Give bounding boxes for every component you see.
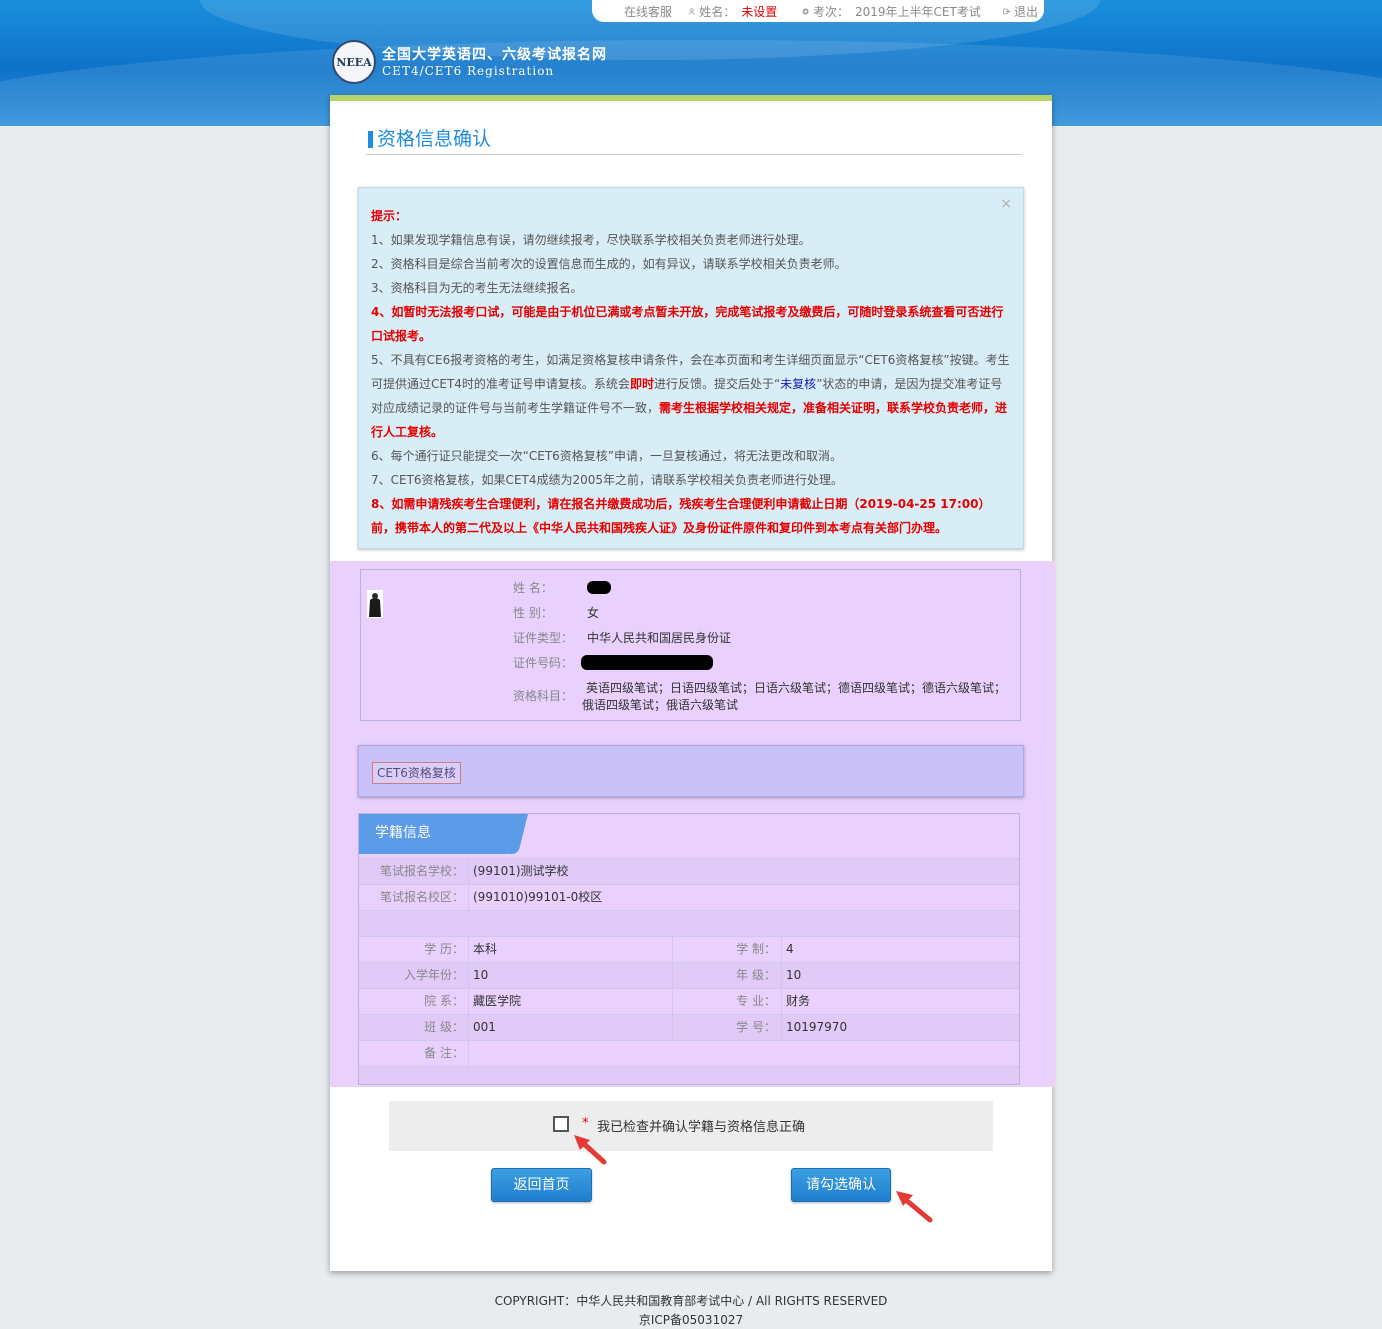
id-type-label: 证件类型：	[513, 631, 574, 645]
id-number-label: 证件号码：	[513, 656, 574, 670]
table-row: 笔试报名学校： (99101)测试学校	[359, 858, 1019, 884]
exam-session: 考次： 2019年上半年CET考试	[812, 4, 981, 19]
neea-logo-badge: NEEA	[332, 40, 376, 84]
campus-value: (991010)99101-0校区	[468, 885, 1019, 910]
education-value: 本科	[468, 937, 672, 962]
notice-item: 1、如果发现学籍信息有误，请勿继续报考，尽快联系学校相关负责老师进行处理。	[371, 233, 811, 247]
notice-heading: 提示：	[371, 209, 408, 223]
notice-item: 3、资格科目为无的考生无法继续报名。	[371, 281, 583, 295]
major-value: 财务	[781, 989, 1019, 1014]
confirm-label[interactable]: 我已检查并确认学籍与资格信息正确	[597, 1116, 805, 1135]
candidate-info-section: 姓 名： 性 别： 女 证件类型： 中华人民共和国居民身份证 证件号码： 资格科…	[330, 561, 1055, 1087]
notice-item: 2、资格科目是综合当前考次的设置信息而生成的，如有异议，请联系学校相关负责老师。	[371, 257, 847, 271]
campus-label: 笔试报名校区：	[379, 890, 464, 904]
table-row	[359, 1066, 1019, 1084]
page-title: 资格信息确认	[366, 128, 1022, 155]
pointer-arrow-icon	[574, 1135, 607, 1165]
subjects-value: 英语四级笔试；日语四级笔试；日语六级笔试；德语四级笔试；德语六级笔试；	[586, 681, 1007, 695]
class-label: 班 级：	[424, 1020, 464, 1034]
table-row	[359, 910, 1019, 936]
table-row: 学 历： 本科 学 制： 4	[359, 936, 1019, 962]
program-length-value: 4	[781, 937, 1019, 962]
notice-item: 5、不具有CE6报考资格的考生，如满足资格复核申请条件，会在本页面和考生详细页面…	[371, 353, 1010, 439]
confirm-bar: * 我已检查并确认学籍与资格信息正确	[389, 1101, 993, 1151]
notice-item: 7、CET6资格复核，如果CET4成绩为2005年之前，请联系学校相关负责老师进…	[371, 473, 844, 487]
confirm-checkbox[interactable]	[553, 1116, 569, 1132]
tab-student-record[interactable]: 学籍信息	[359, 814, 519, 854]
enroll-year-value: 10	[468, 963, 672, 988]
site-logo[interactable]: NEEA 全国大学英语四、六级考试报名网 CET4/CET6 Registrat…	[332, 40, 607, 84]
back-home-button[interactable]: 返回首页	[491, 1168, 592, 1202]
remark-value	[468, 1041, 1019, 1066]
enroll-year-label: 入学年份：	[403, 968, 464, 982]
education-label: 学 历：	[424, 942, 464, 956]
program-length-label: 学 制：	[672, 937, 776, 962]
gender-value: 女	[587, 606, 600, 620]
id-type-value: 中华人民共和国居民身份证	[587, 631, 732, 645]
name-label: 姓名： 未设置	[699, 4, 778, 19]
student-record-panel: 学籍信息 笔试报名学校： (99101)测试学校 笔试报名校区： (991010…	[358, 813, 1020, 1085]
top-user-bar: 在线客服 姓名： 未设置 考次： 2019年上半年CET考试 退出	[592, 0, 1044, 22]
notice-item: 4、如暂时无法报考口试，可能是由于机位已满或考点暂未开放，完成笔试报考及缴费后，…	[371, 305, 1004, 343]
notice-item: 6、每个通行证只能提交一次“CET6资格复核”申请，一旦复核通过，将无法更改和取…	[371, 449, 842, 463]
site-title: 全国大学英语四、六级考试报名网	[382, 46, 607, 63]
cet6-recheck-button[interactable]: CET6资格复核	[372, 762, 461, 784]
table-row: 笔试报名校区： (991010)99101-0校区	[359, 884, 1019, 910]
gender-label: 性 别：	[513, 606, 553, 620]
online-service-link[interactable]: 在线客服	[624, 3, 672, 20]
grade-label: 年 级：	[672, 963, 776, 988]
exam-icon	[802, 8, 809, 14]
recheck-bar: CET6资格复核	[358, 745, 1024, 797]
major-label: 专 业：	[672, 989, 776, 1014]
confirm-button[interactable]: 请勾选确认	[791, 1168, 891, 1202]
redacted-id-number	[581, 655, 713, 670]
school-value: (99101)测试学校	[468, 859, 1019, 884]
pointer-arrow-icon	[896, 1191, 933, 1223]
site-subtitle: CET4/CET6 Registration	[382, 63, 555, 78]
student-number-label: 学 号：	[672, 1015, 776, 1040]
student-number-value: 10197970	[781, 1015, 1019, 1040]
candidate-photo	[367, 590, 383, 618]
subjects-value: 俄语四级笔试；俄语六级笔试	[582, 698, 739, 712]
candidate-card: 姓 名： 性 别： 女 证件类型： 中华人民共和国居民身份证 证件号码： 资格科…	[360, 569, 1021, 721]
icp-text: 京ICP备05031027	[638, 1313, 744, 1327]
department-label: 院 系：	[424, 994, 464, 1008]
table-row: 入学年份： 10 年 级： 10	[359, 962, 1019, 988]
notice-box: × 提示： 1、如果发现学籍信息有误，请勿继续报考，尽快联系学校相关负责老师进行…	[358, 187, 1024, 549]
redacted-name	[587, 581, 611, 594]
grade-value: 10	[781, 963, 1019, 988]
remark-label: 备 注：	[424, 1046, 464, 1060]
name-value[interactable]: 未设置	[741, 5, 777, 19]
class-value: 001	[468, 1015, 672, 1040]
table-row: 班 级： 001 学 号： 10197970	[359, 1014, 1019, 1040]
footer: COPYRIGHT：中华人民共和国教育部考试中心 / All RIGHTS RE…	[0, 1292, 1382, 1329]
school-label: 笔试报名学校：	[379, 864, 464, 878]
logout-icon	[1003, 8, 1010, 14]
notice-item: 8、如需申请残疾考生合理便利，请在报名并缴费成功后，残疾考生合理便利申请截止日期…	[371, 497, 991, 535]
user-icon	[688, 7, 695, 15]
subjects-label: 资格科目：	[513, 689, 574, 703]
table-row: 备 注：	[359, 1040, 1019, 1066]
table-row: 院 系： 藏医学院 专 业： 财务	[359, 988, 1019, 1014]
name-field-label: 姓 名：	[513, 581, 553, 595]
main-panel: 资格信息确认 × 提示： 1、如果发现学籍信息有误，请勿继续报考，尽快联系学校相…	[330, 95, 1055, 1271]
required-star: *	[582, 1116, 589, 1131]
close-icon[interactable]: ×	[1000, 192, 1012, 216]
panel-top-stripe	[330, 95, 1052, 101]
logout-link[interactable]: 退出	[1014, 3, 1038, 20]
department-value: 藏医学院	[468, 989, 672, 1014]
copyright-text: COPYRIGHT：中华人民共和国教育部考试中心 / All RIGHTS RE…	[494, 1294, 888, 1308]
